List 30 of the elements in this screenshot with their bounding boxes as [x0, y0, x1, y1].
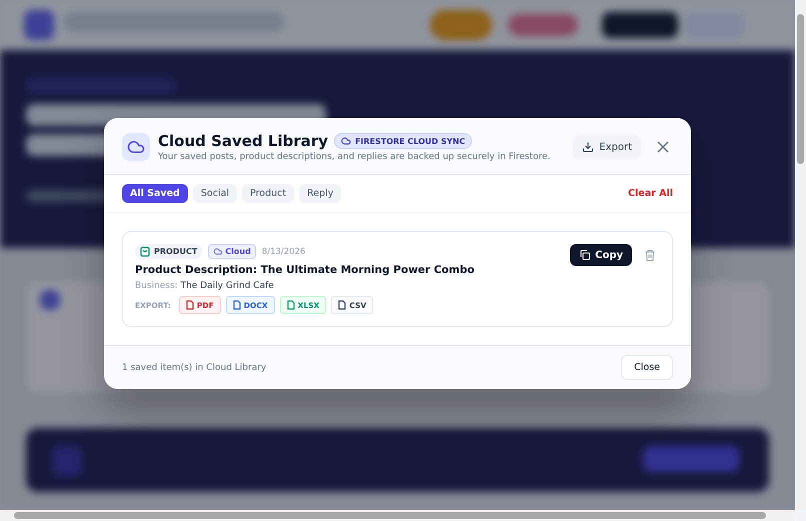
dialog-subtitle: Your saved posts, product descriptions, and replies are backed up securely in Firestore.	[158, 152, 552, 162]
item-count: 1 saved item(s) in Cloud Library	[122, 362, 266, 372]
business-label: Business:	[135, 281, 178, 291]
filter-tab[interactable]: Social	[192, 184, 238, 203]
cloud-icon	[122, 133, 150, 161]
bag-icon	[140, 246, 150, 257]
file-icon	[232, 300, 241, 310]
close-button[interactable]: Close	[621, 355, 673, 380]
download-icon	[582, 141, 594, 153]
item-title: Product Description: The Ultimate Morning Power Combo	[135, 264, 474, 276]
filter-tab[interactable]: All Saved	[122, 184, 188, 203]
cloud-icon	[213, 247, 224, 256]
sync-badge: FIRESTORE CLOUD SYNC	[334, 133, 472, 149]
dialog-title: Cloud Saved Library	[158, 132, 328, 150]
horizontal-scrollbar[interactable]	[0, 510, 795, 521]
copy-icon	[579, 249, 592, 261]
export-button[interactable]: Export	[573, 135, 641, 159]
vertical-scrollbar[interactable]	[795, 0, 806, 510]
cloud-tag: Cloud	[208, 244, 256, 259]
clear-all-link[interactable]: Clear All	[628, 188, 673, 199]
business-name: The Daily Grind Cafe	[180, 281, 274, 291]
type-tag: PRODUCT	[135, 244, 202, 259]
file-icon	[186, 300, 194, 310]
saved-date: 8/13/2026	[262, 246, 306, 256]
file-icon	[338, 300, 346, 310]
cloud-icon	[341, 136, 352, 146]
filter-tab[interactable]: Reply	[299, 184, 342, 203]
filter-tab[interactable]: Product	[242, 184, 294, 203]
copy-button[interactable]: Copy	[570, 244, 632, 266]
file-icon	[286, 300, 295, 310]
